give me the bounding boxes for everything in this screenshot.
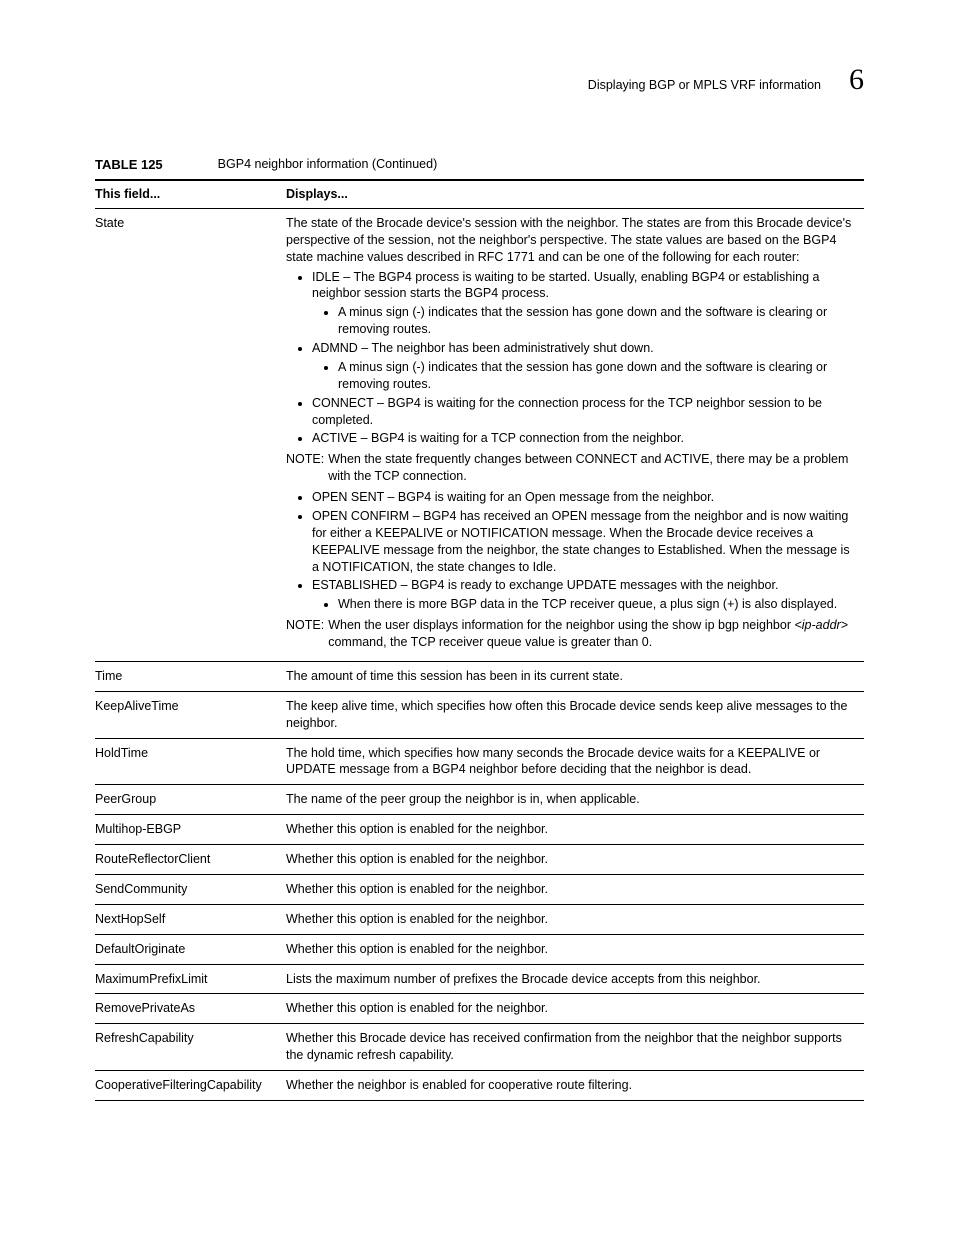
state-intro: The state of the Brocade device's sessio… [286,216,851,264]
table-row: CooperativeFilteringCapability Whether t… [95,1071,864,1101]
field-desc: The state of the Brocade device's sessio… [286,208,864,661]
ip-addr-placeholder: <ip-addr> [794,618,848,632]
list-item: A minus sign (-) indicates that the sess… [338,304,858,338]
field-desc: Whether this option is enabled for the n… [286,845,864,875]
field-desc: The name of the peer group the neighbor … [286,785,864,815]
list-item: A minus sign (-) indicates that the sess… [338,359,858,393]
table-row: PeerGroup The name of the peer group the… [95,785,864,815]
table-caption: TABLE 125 BGP4 neighbor information (Con… [95,156,864,174]
field-name: Time [95,661,286,691]
table-label: TABLE 125 [95,156,163,174]
note-body: When the user displays information for t… [328,617,858,651]
note-label: NOTE: [286,451,324,485]
field-desc: The keep alive time, which specifies how… [286,691,864,738]
note: NOTE: When the state frequently changes … [286,451,858,485]
field-name: RemovePrivateAs [95,994,286,1024]
table-row: RouteReflectorClient Whether this option… [95,845,864,875]
list-item: IDLE – The BGP4 process is waiting to be… [312,269,858,339]
note-label: NOTE: [286,617,324,651]
table-row: RefreshCapability Whether this Brocade d… [95,1024,864,1071]
field-name: DefaultOriginate [95,934,286,964]
chapter-number: 6 [849,60,864,101]
field-desc: The amount of time this session has been… [286,661,864,691]
table-row: Time The amount of time this session has… [95,661,864,691]
col-header-displays: Displays... [286,180,864,208]
table-title: BGP4 neighbor information (Continued) [218,156,438,174]
field-desc: Whether the neighbor is enabled for coop… [286,1071,864,1101]
field-desc: Whether this option is enabled for the n… [286,904,864,934]
table-row: NextHopSelf Whether this option is enabl… [95,904,864,934]
field-desc: Whether this option is enabled for the n… [286,815,864,845]
field-name: SendCommunity [95,874,286,904]
list-item: CONNECT – BGP4 is waiting for the connec… [312,395,858,429]
field-desc: Whether this Brocade device has received… [286,1024,864,1071]
info-table: This field... Displays... State The stat… [95,179,864,1101]
col-header-field: This field... [95,180,286,208]
note-body: When the state frequently changes betwee… [328,451,858,485]
list-item: When there is more BGP data in the TCP r… [338,596,858,613]
field-name: State [95,208,286,661]
field-desc: Whether this option is enabled for the n… [286,874,864,904]
field-name: CooperativeFilteringCapability [95,1071,286,1101]
table-row: SendCommunity Whether this option is ena… [95,874,864,904]
list-item: ADMND – The neighbor has been administra… [312,340,858,393]
field-desc: Whether this option is enabled for the n… [286,934,864,964]
list-item: OPEN CONFIRM – BGP4 has received an OPEN… [312,508,858,576]
field-desc: Whether this option is enabled for the n… [286,994,864,1024]
section-title: Displaying BGP or MPLS VRF information [588,77,821,94]
field-desc: The hold time, which specifies how many … [286,738,864,785]
table-header-row: This field... Displays... [95,180,864,208]
table-row: RemovePrivateAs Whether this option is e… [95,994,864,1024]
table-row: HoldTime The hold time, which specifies … [95,738,864,785]
list-item: ACTIVE – BGP4 is waiting for a TCP conne… [312,430,858,447]
field-desc: Lists the maximum number of prefixes the… [286,964,864,994]
note: NOTE: When the user displays information… [286,617,858,651]
field-name: HoldTime [95,738,286,785]
page-header: Displaying BGP or MPLS VRF information 6 [95,60,864,101]
field-name: RefreshCapability [95,1024,286,1071]
table-row: State The state of the Brocade device's … [95,208,864,661]
table-row: Multihop-EBGP Whether this option is ena… [95,815,864,845]
field-name: MaximumPrefixLimit [95,964,286,994]
table-row: KeepAliveTime The keep alive time, which… [95,691,864,738]
table-row: DefaultOriginate Whether this option is … [95,934,864,964]
field-name: RouteReflectorClient [95,845,286,875]
list-item: ESTABLISHED – BGP4 is ready to exchange … [312,577,858,613]
field-name: KeepAliveTime [95,691,286,738]
list-item: OPEN SENT – BGP4 is waiting for an Open … [312,489,858,506]
field-name: PeerGroup [95,785,286,815]
field-name: Multihop-EBGP [95,815,286,845]
field-name: NextHopSelf [95,904,286,934]
table-row: MaximumPrefixLimit Lists the maximum num… [95,964,864,994]
